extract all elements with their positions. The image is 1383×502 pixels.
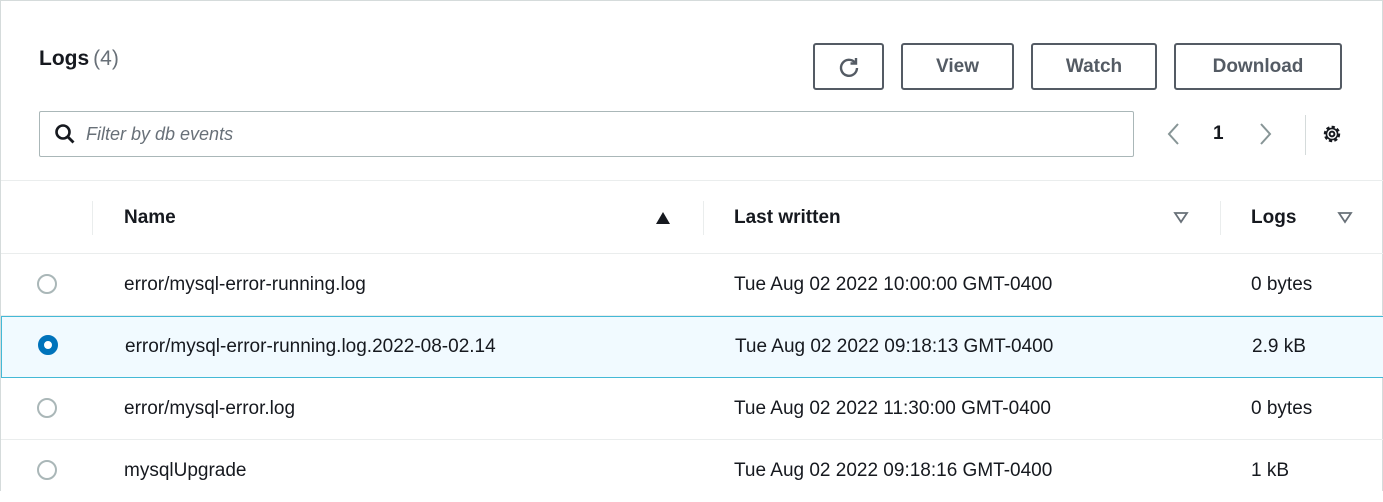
logs-panel: Logs(4) View Watch Download 1	[0, 0, 1383, 491]
row-radio[interactable]	[37, 460, 57, 480]
column-header-logs[interactable]: Logs	[1251, 181, 1296, 255]
table-row[interactable]: error/mysql-error-running.log Tue Aug 02…	[1, 254, 1383, 316]
log-size: 1 kB	[1251, 460, 1290, 481]
log-size: 2.9 kB	[1252, 336, 1306, 357]
column-divider	[92, 201, 93, 235]
view-button[interactable]: View	[901, 43, 1014, 90]
log-last-written: Tue Aug 02 2022 09:18:13 GMT-0400	[735, 336, 1054, 357]
log-name: error/mysql-error.log	[124, 397, 296, 419]
table-header: Name Last written Logs	[1, 180, 1383, 254]
row-radio[interactable]	[37, 398, 57, 418]
gear-icon	[1323, 125, 1341, 143]
log-size: 0 bytes	[1251, 273, 1313, 295]
search-icon	[54, 123, 76, 145]
row-radio-selected[interactable]	[38, 335, 58, 355]
refresh-icon	[839, 57, 858, 77]
table-row[interactable]: error/mysql-error.log Tue Aug 02 2022 11…	[1, 378, 1383, 440]
column-header-name[interactable]: Name	[124, 181, 176, 255]
download-button[interactable]: Download	[1174, 43, 1342, 90]
table-row[interactable]: mysqlUpgrade Tue Aug 02 2022 09:18:16 GM…	[1, 440, 1383, 502]
sort-unsorted-icon[interactable]	[1173, 209, 1189, 225]
chevron-left-icon	[1167, 123, 1179, 145]
log-name: error/mysql-error-running.log	[124, 273, 366, 295]
chevron-right-icon	[1260, 123, 1272, 145]
log-name: error/mysql-error-running.log.2022-08-02…	[125, 336, 496, 357]
log-last-written: Tue Aug 02 2022 11:30:00 GMT-0400	[734, 397, 1051, 419]
table-row[interactable]: error/mysql-error-running.log.2022-08-02…	[1, 316, 1383, 378]
log-last-written: Tue Aug 02 2022 10:00:00 GMT-0400	[734, 273, 1053, 295]
current-page-number[interactable]: 1	[1213, 113, 1224, 155]
log-name: mysqlUpgrade	[124, 460, 247, 481]
sort-ascending-icon[interactable]	[655, 210, 671, 226]
column-divider	[703, 201, 704, 235]
column-divider	[1220, 201, 1221, 235]
settings-button[interactable]	[1321, 113, 1343, 155]
search-input[interactable]	[86, 123, 1086, 145]
row-radio[interactable]	[37, 274, 57, 294]
refresh-button[interactable]	[813, 43, 884, 90]
log-last-written: Tue Aug 02 2022 09:18:16 GMT-0400	[734, 460, 1053, 481]
title-label: Logs	[39, 47, 90, 70]
next-page-button[interactable]	[1255, 113, 1275, 155]
column-header-last-written[interactable]: Last written	[734, 181, 841, 255]
log-size: 0 bytes	[1251, 397, 1313, 419]
previous-page-button[interactable]	[1164, 113, 1184, 155]
page-title: Logs (4)	[39, 47, 119, 71]
search-box[interactable]	[39, 111, 1134, 157]
pager-divider	[1305, 115, 1306, 155]
watch-button[interactable]: Watch	[1031, 43, 1157, 90]
logs-count: (4)	[93, 47, 119, 70]
sort-unsorted-icon[interactable]	[1337, 209, 1353, 225]
